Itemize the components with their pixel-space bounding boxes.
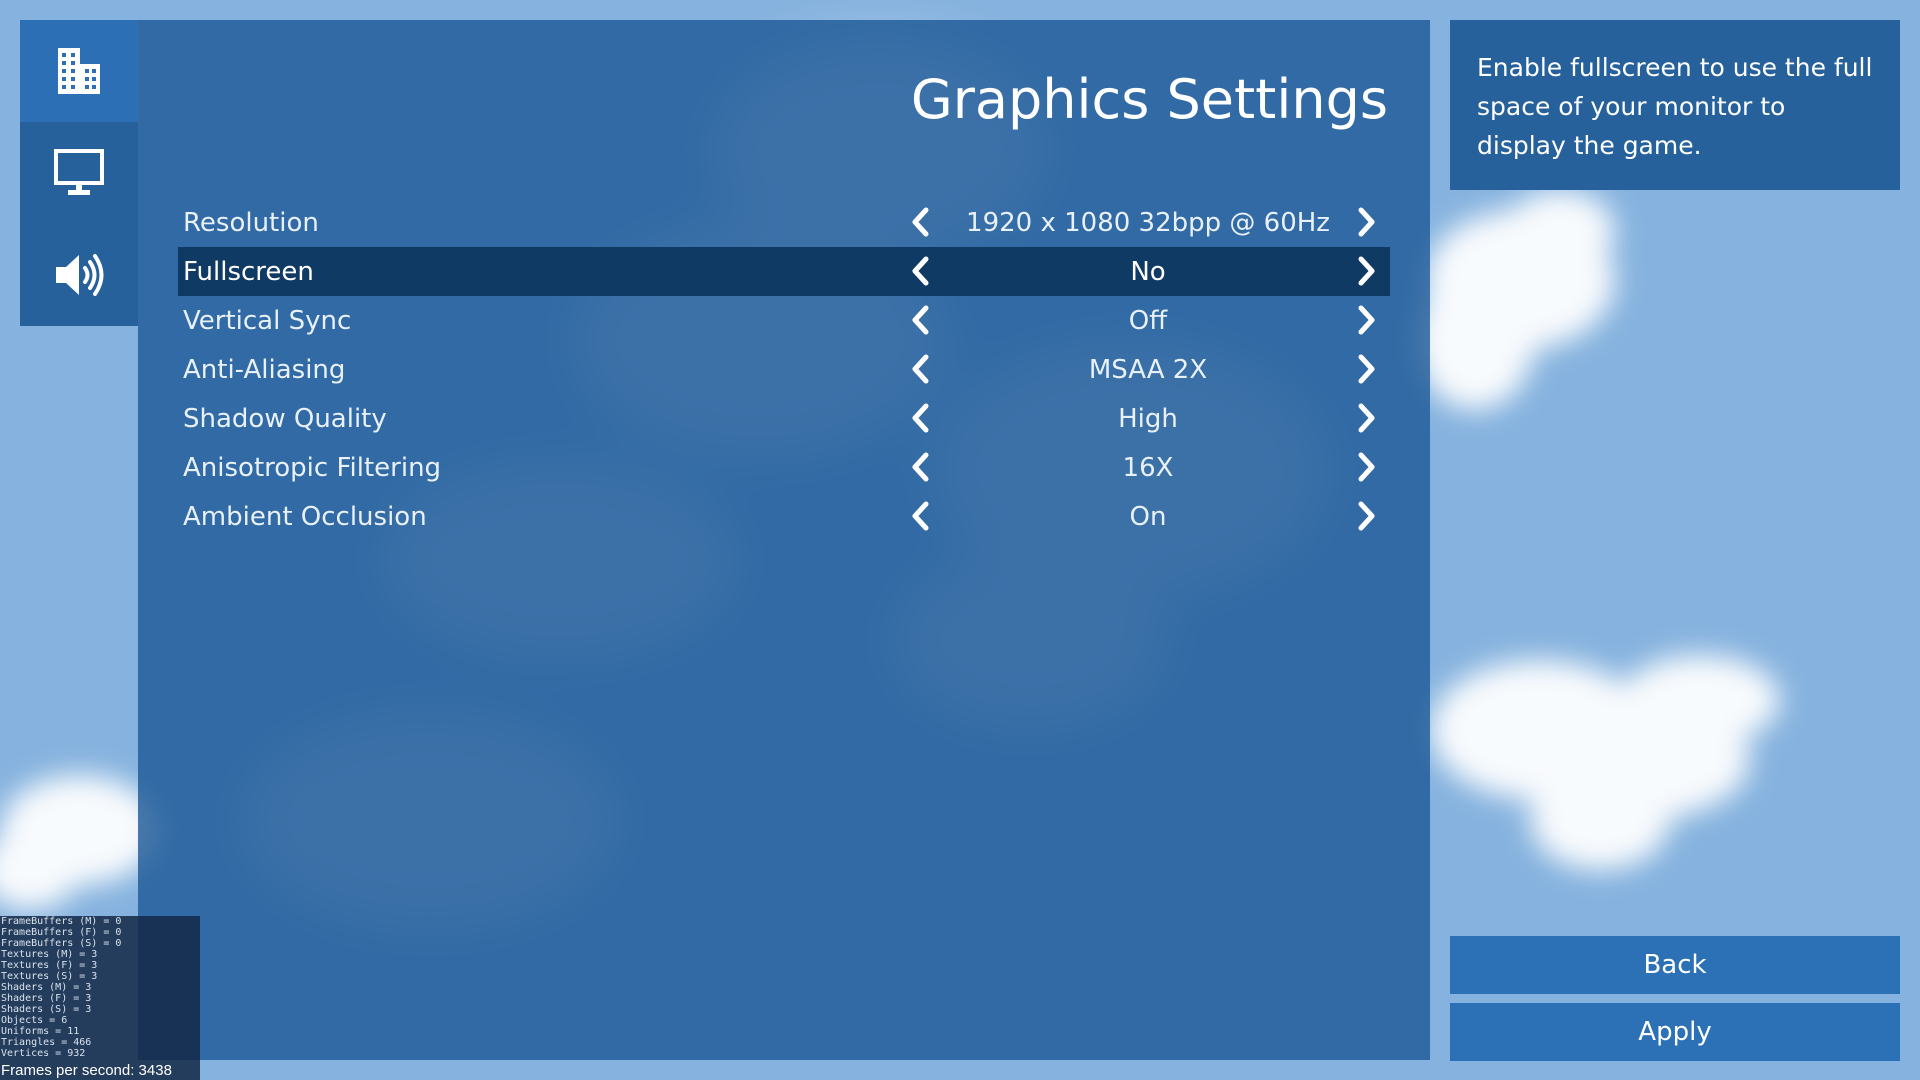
chevron-left-icon[interactable] [905, 304, 935, 336]
chevron-right-icon[interactable] [1352, 402, 1382, 434]
sidebar-item-graphics[interactable] [20, 122, 138, 224]
setting-value: Off [1128, 306, 1168, 336]
debug-line: Triangles = 466 [1, 1037, 92, 1048]
setting-label: Vertical Sync [183, 306, 352, 336]
sidebar-item-game[interactable] [20, 20, 138, 122]
chevron-right-icon[interactable] [1352, 206, 1382, 238]
chevron-right-icon[interactable] [1352, 255, 1382, 287]
chevron-left-icon[interactable] [905, 402, 935, 434]
setting-row-anisotropic-filtering[interactable]: Anisotropic Filtering 16X [178, 443, 1390, 492]
setting-label: Resolution [183, 208, 319, 238]
game-screen: Graphics Settings Resolution 1920 x 1080… [0, 0, 1920, 1080]
chevron-left-icon[interactable] [905, 451, 935, 483]
apply-button-label: Apply [1638, 1017, 1712, 1047]
back-button-label: Back [1643, 950, 1707, 980]
setting-value: MSAA 2X [1088, 355, 1208, 385]
sidebar-item-audio[interactable] [20, 224, 138, 326]
setting-value: No [1130, 257, 1166, 287]
setting-row-ambient-occlusion[interactable]: Ambient Occlusion On [178, 492, 1390, 541]
chevron-right-icon[interactable] [1352, 304, 1382, 336]
setting-row-vertical-sync[interactable]: Vertical Sync Off [178, 296, 1390, 345]
chevron-left-icon[interactable] [905, 206, 935, 238]
setting-row-shadow-quality[interactable]: Shadow Quality High [178, 394, 1390, 443]
help-text-panel: Enable fullscreen to use the full space … [1450, 20, 1900, 190]
setting-value: 1920 x 1080 32bpp @ 60Hz [966, 208, 1330, 238]
debug-line: Uniforms = 11 [1, 1026, 80, 1037]
settings-list: Resolution 1920 x 1080 32bpp @ 60Hz Full… [178, 198, 1390, 541]
back-button[interactable]: Back [1450, 936, 1900, 994]
chevron-right-icon[interactable] [1352, 353, 1382, 385]
setting-row-fullscreen[interactable]: Fullscreen No [178, 247, 1390, 296]
debug-line: Textures (M) = 3 [1, 949, 98, 960]
graphics-settings-panel: Graphics Settings Resolution 1920 x 1080… [138, 20, 1430, 1060]
debug-line: FrameBuffers (S) = 0 [1, 938, 122, 949]
debug-line: FrameBuffers (M) = 0 [1, 916, 122, 927]
chevron-right-icon[interactable] [1352, 500, 1382, 532]
debug-stats-text: FrameBuffers (M) = 0 FrameBuffers (F) = 0… [1, 916, 121, 1059]
fps-counter: Frames per second: 3438 [1, 1062, 172, 1079]
debug-line: FrameBuffers (F) = 0 [1, 927, 122, 938]
debug-line: Textures (F) = 3 [1, 960, 98, 971]
setting-value: High [1118, 404, 1178, 434]
monitor-icon [54, 149, 104, 195]
setting-value: 16X [1122, 453, 1174, 483]
setting-label: Anisotropic Filtering [183, 453, 442, 483]
chevron-left-icon[interactable] [905, 500, 935, 532]
debug-stats-overlay: FrameBuffers (M) = 0 FrameBuffers (F) = 0… [0, 916, 200, 1080]
city-buildings-icon [58, 48, 100, 94]
debug-line: Vertices = 932 [1, 1048, 86, 1059]
setting-label: Shadow Quality [183, 404, 387, 434]
chevron-left-icon[interactable] [905, 255, 935, 287]
debug-line: Shaders (S) = 3 [1, 1004, 92, 1015]
debug-line: Objects = 6 [1, 1015, 68, 1026]
setting-row-resolution[interactable]: Resolution 1920 x 1080 32bpp @ 60Hz [178, 198, 1390, 247]
setting-label: Ambient Occlusion [183, 502, 427, 532]
speaker-volume-icon [56, 254, 104, 296]
page-title: Graphics Settings [910, 68, 1388, 131]
help-text: Enable fullscreen to use the full space … [1477, 53, 1873, 160]
debug-line: Shaders (F) = 3 [1, 993, 92, 1004]
setting-value: On [1129, 502, 1167, 532]
debug-line: Textures (S) = 3 [1, 971, 98, 982]
setting-row-anti-aliasing[interactable]: Anti-Aliasing MSAA 2X [178, 345, 1390, 394]
setting-label: Anti-Aliasing [183, 355, 346, 385]
settings-category-sidebar [20, 20, 138, 326]
chevron-right-icon[interactable] [1352, 451, 1382, 483]
apply-button[interactable]: Apply [1450, 1003, 1900, 1061]
debug-line: Shaders (M) = 3 [1, 982, 92, 993]
chevron-left-icon[interactable] [905, 353, 935, 385]
setting-label: Fullscreen [183, 257, 314, 287]
